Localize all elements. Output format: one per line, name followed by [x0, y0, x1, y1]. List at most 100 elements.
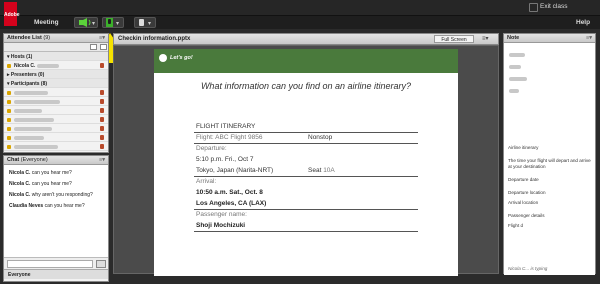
speaker-button[interactable]: ▾ [74, 17, 98, 28]
presenters-section[interactable]: ▸ Presenters (0) [4, 70, 108, 79]
top-bar [0, 0, 600, 16]
itinerary-flight: Flight: ABC Flight 9856 Nonstop [194, 133, 418, 144]
exit-icon [529, 3, 538, 12]
chat-text: can you hear me? [44, 203, 85, 209]
arrival-time: 10:50 a.m. Sat., Oct. 8 [196, 189, 263, 196]
chat-text: can you hear me? [31, 170, 72, 176]
note-line: Airline itinerary [508, 145, 539, 150]
full-screen-button[interactable]: Full Screen [434, 35, 474, 43]
typing-indicator: Nicola C... is typing [504, 263, 595, 275]
attendee-list-header: Attendee List (9) ≡▾ [4, 34, 108, 43]
note-line: The time your flight will depart and arr… [508, 158, 591, 169]
raise-hand-icon: ▾ [139, 19, 151, 27]
chat-message: Nicola C. why aren't you responding? [4, 190, 108, 201]
svg-text:▾: ▾ [92, 21, 95, 27]
participant-row[interactable] [4, 97, 108, 106]
seat-number: 10A [323, 167, 335, 174]
departure-time: 5:10 p.m. Fri., Oct 7 [196, 156, 254, 163]
seat-label: Seat [308, 167, 324, 174]
departure-place: Tokyo, Japan (Narita-NRT) [196, 167, 274, 174]
departure-place-row: Tokyo, Japan (Narita-NRT) Seat 10A [194, 166, 418, 177]
itinerary-header: FLIGHT ITINERARY [194, 122, 418, 133]
chat-tab-everyone[interactable]: Everyone [4, 269, 108, 279]
microphone-button[interactable]: ▾ [102, 17, 124, 28]
participants-section[interactable]: ▾ Participants (8) [4, 79, 108, 88]
send-icon[interactable] [96, 260, 106, 268]
chat-scope: (Everyone) [20, 157, 48, 163]
view-icon[interactable] [90, 44, 97, 50]
speech-bubble-icon [159, 54, 167, 62]
svg-text:▾: ▾ [148, 21, 151, 27]
participant-row[interactable] [4, 142, 108, 151]
slide: Let's go! What information can you find … [154, 49, 458, 276]
arrival-label: Arrival: [196, 178, 217, 185]
chat-pod: Chat (Everyone) ≡▾ Nicola C. can you hear… [3, 155, 109, 282]
flight-number: Flight: ABC Flight 9856 [196, 134, 263, 141]
status-button[interactable]: ▾ [134, 17, 156, 28]
note-line: Flight d [508, 223, 524, 228]
chat-header: Chat (Everyone) ≡▾ [4, 156, 108, 165]
departure-label: Departure: [196, 145, 227, 152]
participant-row[interactable] [4, 133, 108, 142]
chat-title: Chat [7, 157, 20, 163]
person-icon [7, 63, 11, 68]
slide-question: What information can you find on an airl… [200, 81, 412, 91]
hosts-label: Hosts (1) [10, 54, 33, 60]
speaker-icon: ▾ [79, 18, 95, 27]
attendee-list-pod: Attendee List (9) ≡▾ ▾ Hosts (1) Nicola C… [3, 33, 109, 153]
chat-text: why aren't you responding? [31, 192, 93, 198]
hosts-section[interactable]: ▾ Hosts (1) [4, 52, 108, 61]
chat-text: can you hear me? [31, 181, 72, 187]
pod-menu-icon[interactable]: ≡▾ [482, 35, 489, 42]
arrival-place: Los Angeles, CA (LAX) [194, 199, 418, 210]
chat-input-row [4, 257, 108, 269]
share-header: Checkin information.pptx Full Screen ≡▾ [113, 33, 499, 45]
host-name: Nicola C. [14, 63, 36, 69]
passenger-label: Passenger name: [196, 211, 247, 218]
chat-sender: Nicola C. [9, 192, 31, 198]
note-line: Departure location [508, 190, 546, 195]
participant-row[interactable] [4, 88, 108, 97]
chat-sender: Nicola C. [9, 181, 31, 187]
chat-sender: Nicola C. [9, 170, 31, 176]
adobe-logo: Adobe [4, 2, 20, 26]
help-menu[interactable]: Help [576, 19, 590, 26]
note-pod: Note ≡▾ Airline itinerary The time your f… [503, 33, 596, 275]
note-body[interactable]: Airline itinerary The time your flight w… [504, 143, 595, 263]
meeting-menu[interactable]: Meeting [34, 19, 59, 26]
participant-row[interactable] [4, 115, 108, 124]
host-row[interactable]: Nicola C. [4, 61, 108, 70]
attendee-count: (9) [43, 35, 51, 41]
chat-input[interactable] [7, 260, 93, 268]
nonstop-label: Nonstop [308, 134, 333, 141]
note-header: Note ≡▾ [504, 34, 595, 43]
mic-icon [100, 63, 104, 68]
note-line: Passenger details [508, 213, 545, 218]
participants-label: Participants (8) [10, 81, 48, 87]
participant-row[interactable] [4, 106, 108, 115]
share-pod: Let's go! What information can you find … [113, 45, 499, 276]
participant-row[interactable] [4, 124, 108, 133]
presenters-label: Presenters (0) [10, 72, 45, 78]
chat-message: Nicola C. can you hear me? [4, 179, 108, 190]
share-filename: Checkin information.pptx [118, 36, 191, 42]
chat-message: Nicola C. can you hear me? [4, 168, 108, 179]
pod-title: Attendee List [7, 35, 42, 41]
exit-class-button[interactable]: Exit class [540, 3, 567, 10]
microphone-icon: ▾ [106, 18, 119, 27]
svg-text:▾: ▾ [116, 21, 119, 27]
slide-tag: Let's go! [170, 55, 193, 61]
chat-message: Claudia Neves can you hear me? [4, 201, 108, 212]
slide-banner: Let's go! [154, 49, 458, 73]
note-title: Note [507, 35, 520, 41]
note-line: Departure date [508, 177, 539, 182]
attendee-toolbar [4, 43, 108, 52]
chat-messages: Nicola C. can you hear me? Nicola C. can… [4, 165, 108, 257]
chat-sender: Claudia Neves [9, 203, 44, 209]
itinerary: FLIGHT ITINERARY Flight: ABC Flight 9856… [194, 122, 418, 232]
note-line: Arrival location [508, 200, 539, 205]
participant-row[interactable] [4, 151, 108, 152]
note-blurred-area [504, 43, 595, 143]
passenger-name: Shoji Mochizuki [194, 221, 418, 232]
grid-icon[interactable] [100, 44, 107, 50]
